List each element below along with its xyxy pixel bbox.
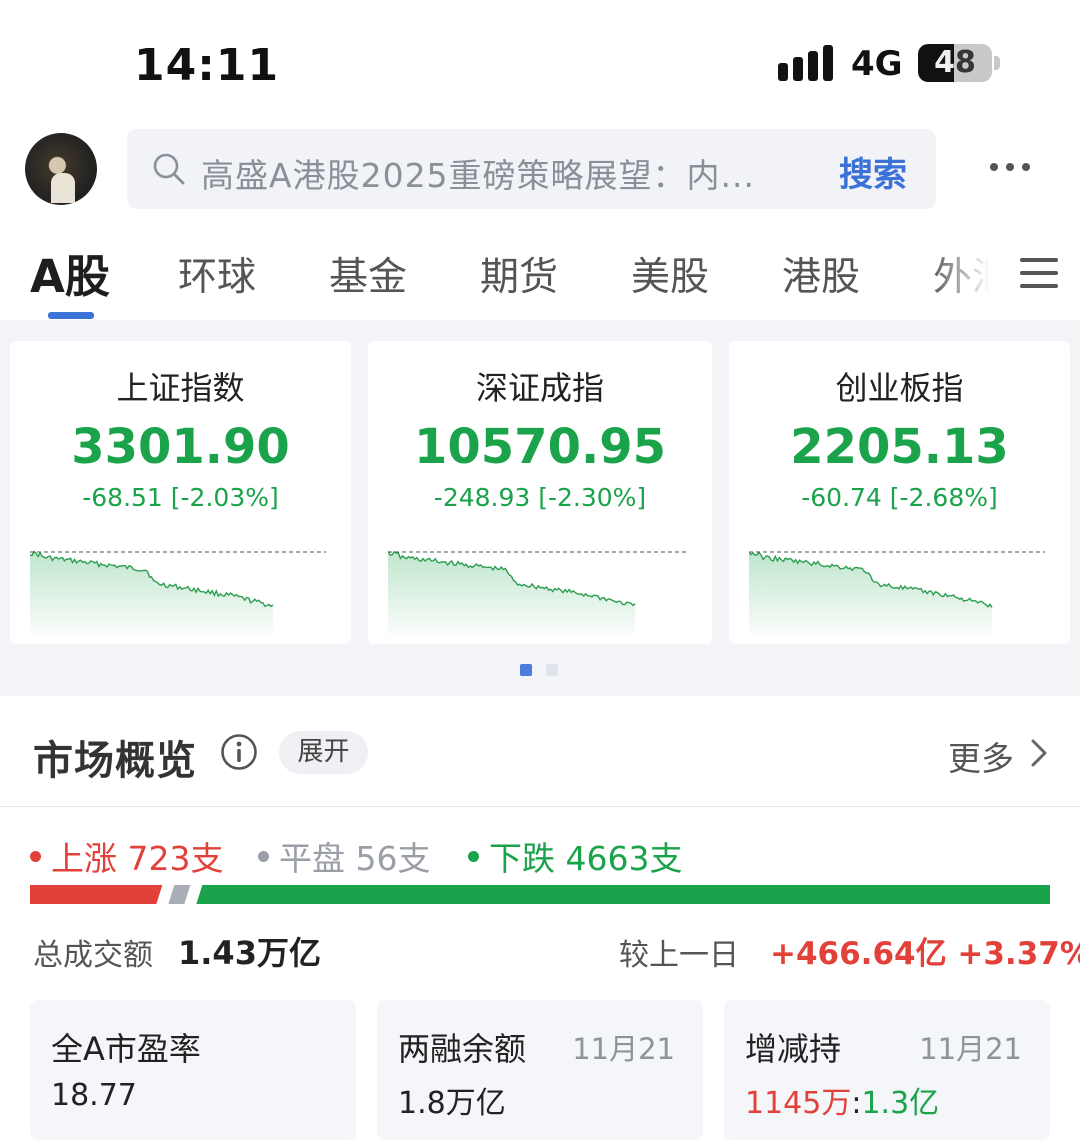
- index-name: 上证指数: [116, 369, 245, 407]
- turnover-value: 1.43万亿: [178, 934, 321, 972]
- stat-title: 两融余额: [398, 1030, 527, 1068]
- battery-tip: [994, 56, 1000, 70]
- stat-value: 1145万:1.3亿: [745, 1078, 939, 1122]
- search-placeholder: 高盛A港股2025重磅策略展望：内...: [201, 156, 756, 195]
- tab-a-shares[interactable]: A股: [30, 240, 110, 305]
- tab-fade: [930, 232, 1010, 312]
- flat-count: 平盘 56支: [258, 832, 430, 880]
- status-bar: 14:11 4G 48: [0, 0, 1080, 120]
- breadth-bar: [30, 885, 1050, 904]
- section-title: 市场概览: [33, 738, 197, 784]
- up-text: 上涨 723支: [51, 839, 224, 878]
- market-tabs: A股 环球 基金 期货 美股 港股 外汇: [0, 232, 1080, 320]
- index-value: 2205.13: [790, 419, 1009, 475]
- divider: [0, 806, 1080, 807]
- expand-button[interactable]: 展开: [279, 731, 368, 774]
- tab-hk-stocks[interactable]: 港股: [782, 246, 860, 302]
- tab-global[interactable]: 环球: [178, 246, 256, 302]
- menu-icon[interactable]: [1020, 256, 1058, 290]
- flat-text: 平盘 56支: [279, 839, 431, 878]
- index-card-shanghai[interactable]: 上证指数 3301.90 -68.51 [-2.03%]: [10, 341, 351, 644]
- down-text: 下跌 4663支: [489, 839, 683, 878]
- index-value: 3301.90: [71, 419, 290, 475]
- index-name: 创业板指: [835, 369, 964, 407]
- tab-futures[interactable]: 期货: [480, 246, 558, 302]
- avatar[interactable]: [25, 133, 97, 205]
- status-time: 14:11: [134, 40, 280, 91]
- sparkline-area: [30, 551, 273, 635]
- chevron-right-icon[interactable]: [1029, 738, 1049, 768]
- compare-label: 较上一日: [619, 938, 739, 973]
- stat-value: 1.8万亿: [398, 1086, 506, 1121]
- index-name: 深证成指: [475, 369, 604, 407]
- network-type: 4G: [851, 44, 903, 84]
- decrease-amount: 1.3亿: [861, 1086, 940, 1121]
- up-dot: [30, 851, 41, 862]
- compare-value: +466.64亿 +3.37%: [770, 936, 1080, 972]
- info-icon[interactable]: [220, 733, 258, 771]
- flat-dot: [258, 851, 269, 862]
- battery-level: 48: [934, 45, 976, 80]
- search-button[interactable]: 搜索: [839, 147, 907, 196]
- more-link[interactable]: 更多: [948, 732, 1014, 780]
- stat-date: 11月21: [572, 1032, 675, 1066]
- index-change: -60.74 [-2.68%]: [801, 483, 998, 512]
- search-input[interactable]: 高盛A港股2025重磅策略展望：内... 搜索: [127, 129, 936, 209]
- index-card-chinext[interactable]: 创业板指 2205.13 -60.74 [-2.68%]: [729, 341, 1070, 644]
- active-tab-indicator: [48, 312, 94, 319]
- down-count: 下跌 4663支: [468, 832, 682, 880]
- search-icon: [153, 153, 185, 185]
- signal-strength-icon: [778, 45, 833, 81]
- carousel-dot-active: [520, 664, 532, 676]
- stat-date: 11月21: [919, 1032, 1022, 1066]
- stat-title: 增减持: [745, 1030, 842, 1068]
- turnover-label: 总成交额: [33, 938, 153, 973]
- index-carousel: 上证指数 3301.90 -68.51 [-2.03%] 深证成指 10570.…: [0, 320, 1080, 696]
- breadth-down-segment: [196, 885, 1050, 904]
- carousel-dot: [546, 664, 558, 676]
- index-change: -248.93 [-2.30%]: [433, 483, 647, 512]
- sparkline-area: [749, 552, 992, 635]
- breadth-up-segment: [30, 885, 163, 904]
- index-change: -68.51 [-2.03%]: [82, 483, 279, 512]
- stat-card-pe[interactable]: 全A市盈率 18.77: [30, 1000, 356, 1140]
- stat-card-holdings-change[interactable]: 增减持 11月21 1145万:1.3亿: [724, 1000, 1050, 1140]
- breadth-flat-segment: [168, 885, 191, 904]
- stat-value: 18.77: [51, 1078, 137, 1113]
- stat-card-margin[interactable]: 两融余额 11月21 1.8万亿: [377, 1000, 703, 1140]
- value-separator: :: [851, 1086, 862, 1121]
- down-dot: [468, 851, 479, 862]
- index-value: 10570.95: [413, 419, 667, 475]
- sparkline-area: [388, 551, 636, 635]
- stat-title: 全A市盈率: [51, 1030, 201, 1068]
- index-sparkline: [30, 550, 326, 635]
- more-options-icon[interactable]: [986, 152, 1034, 182]
- index-sparkline: [388, 550, 689, 635]
- index-sparkline: [749, 551, 1045, 635]
- increase-amount: 1145万: [745, 1086, 852, 1121]
- up-count: 上涨 723支: [30, 832, 223, 880]
- tab-us-stocks[interactable]: 美股: [631, 246, 709, 302]
- tab-funds[interactable]: 基金: [329, 246, 407, 302]
- index-card-shenzhen[interactable]: 深证成指 10570.95 -248.93 [-2.30%]: [368, 341, 712, 644]
- battery-icon: 48: [918, 44, 992, 82]
